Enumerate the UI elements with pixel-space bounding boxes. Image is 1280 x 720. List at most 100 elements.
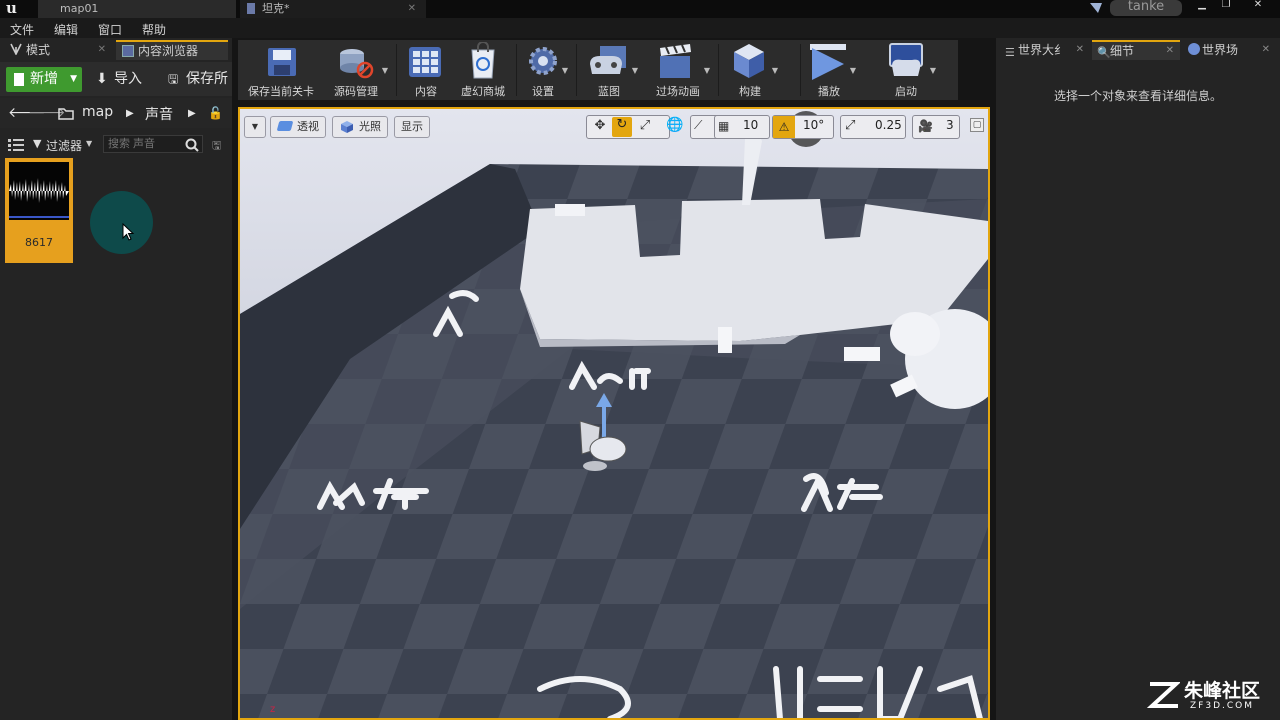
close-icon[interactable]: ✕	[1262, 40, 1270, 60]
launch-button[interactable]: 启动 ▼	[878, 40, 936, 100]
menu-bar: 文件 编辑 窗口 帮助	[0, 18, 1280, 38]
maximize-viewport-icon[interactable]: ▢	[970, 118, 984, 132]
add-new-button[interactable]: 新增 ▼	[6, 67, 82, 92]
chevron-right-icon[interactable]: ▶	[188, 108, 196, 119]
cinematics-label: 过场动画	[656, 85, 700, 98]
chevron-down-icon[interactable]: ▼	[382, 66, 388, 75]
tab-world-settings[interactable]: 世界场 ✕	[1184, 40, 1276, 60]
tab-world-outliner[interactable]: ☰ 世界大纟 ✕	[1000, 40, 1090, 60]
tab-world-settings-label: 世界场	[1202, 43, 1239, 57]
breadcrumb-sound[interactable]: 声音	[145, 104, 173, 124]
transform-tools: ✥ ↻ ⤢	[586, 115, 670, 139]
title-bar: u map01 坦克* ✕ tanke ▁ ❐ ✕	[0, 0, 1280, 18]
chevron-down-icon[interactable]: ▼	[562, 66, 568, 75]
toolbar-separator	[718, 44, 719, 96]
scale-snap-control[interactable]: ⤢ 0.25	[840, 115, 906, 139]
restore-button[interactable]: ❐	[1212, 0, 1240, 10]
scale-snap-value: 0.25	[875, 118, 902, 132]
content-browser-panel: 模式 ✕ 内容浏览器 新增 ▼ ⬇ 导入 🖫 保存所 🡐 🡒 map ▶ 声音 …	[0, 38, 232, 720]
menu-edit[interactable]: 编辑	[54, 21, 78, 38]
play-button[interactable]: 播放 ▼	[804, 40, 856, 100]
chevron-down-icon[interactable]: ▼	[850, 66, 856, 75]
breadcrumb-map[interactable]: map	[82, 104, 113, 120]
angle-snap-icon: ⚠	[773, 116, 795, 138]
toolbar-separator	[516, 44, 517, 96]
build-button[interactable]: 构建 ▼	[724, 40, 778, 100]
tab-world-outliner-label: 世界大纟	[1018, 43, 1067, 57]
import-button[interactable]: 导入	[114, 67, 142, 92]
content-browser-icon	[122, 45, 134, 57]
blueprints-label: 蓝图	[598, 85, 620, 98]
close-icon[interactable]: ✕	[1076, 40, 1084, 60]
search-icon[interactable]	[185, 138, 199, 152]
translate-icon[interactable]: ✥	[590, 118, 610, 136]
level-viewport[interactable]: z ▼ 透视 光照 显示 ✥ ↻ ⤢ 🌐 ⟋ ▦ 10 ⚠ 10° ⤢ 0.25…	[238, 107, 990, 720]
save-icon: 🖫	[168, 72, 179, 86]
watermark-logo-icon	[1146, 682, 1180, 708]
chevron-down-icon: ▼	[86, 139, 93, 148]
chevron-down-icon[interactable]: ▼	[930, 66, 936, 75]
tab-details[interactable]: 🔍 细节 ✕	[1092, 40, 1180, 60]
sound-wave-thumbnail	[9, 162, 69, 220]
bookmark-icon[interactable]	[1088, 1, 1104, 15]
close-icon[interactable]: ✕	[1166, 42, 1174, 60]
menu-file[interactable]: 文件	[10, 21, 34, 38]
scale-icon[interactable]: ⤢	[635, 118, 655, 136]
surface-snap-icon: ⟋	[694, 118, 703, 132]
chevron-down-icon[interactable]: ▼	[704, 66, 710, 75]
view-options-icon[interactable]	[8, 138, 24, 151]
play-label: 播放	[818, 85, 840, 98]
show-button[interactable]: 显示	[394, 116, 430, 138]
mouse-cursor-icon	[122, 223, 135, 241]
viewport-options-button[interactable]: ▼	[244, 116, 266, 138]
tab-map01[interactable]: map01	[38, 0, 236, 18]
content-button[interactable]: 内容	[402, 40, 450, 100]
chevron-right-icon[interactable]: ▶	[126, 108, 134, 119]
filter-icon: ▼	[33, 137, 42, 150]
content-label: 内容	[415, 85, 437, 98]
save-current-level-button[interactable]: 保存当前关卡	[242, 40, 320, 100]
lit-label: 光照	[359, 120, 381, 133]
gear-icon	[529, 47, 557, 75]
source-control-button[interactable]: 源码管理 ▼	[326, 40, 388, 100]
cinematics-button[interactable]: 过场动画 ▼	[648, 40, 710, 100]
world-local-icon[interactable]: 🌐	[664, 117, 686, 139]
build-icon	[734, 44, 764, 78]
chevron-down-icon: ▼	[70, 74, 77, 84]
lit-button[interactable]: 光照	[332, 116, 388, 138]
svg-text:z: z	[270, 704, 275, 715]
scene-render[interactable]: z	[240, 109, 988, 718]
rotation-snap-value: 10°	[803, 118, 825, 132]
tab-tank[interactable]: 坦克* ✕	[240, 0, 426, 18]
save-current-level-label: 保存当前关卡	[248, 85, 314, 98]
save-icon	[268, 48, 296, 76]
rotation-snap-control[interactable]: ⚠ 10°	[772, 115, 834, 139]
lock-icon[interactable]: 🔓	[208, 106, 223, 120]
marketplace-icon	[471, 42, 495, 79]
perspective-button[interactable]: 透视	[270, 116, 326, 138]
close-icon[interactable]: ✕	[98, 40, 106, 60]
menu-help[interactable]: 帮助	[142, 21, 166, 38]
marketplace-button[interactable]: 虚幻商城	[454, 40, 512, 100]
main-toolbar: 保存当前关卡 源码管理 ▼ 内容 虚幻商城 设置 ▼ 蓝图 ▼ 过场动画 ▼ 构…	[238, 40, 958, 100]
grid-snap-control[interactable]: ▦ 10	[714, 115, 770, 139]
camera-speed-control[interactable]: 🎥 3	[912, 115, 960, 139]
rotate-icon[interactable]: ↻	[612, 117, 632, 137]
blueprints-button[interactable]: 蓝图 ▼	[582, 40, 638, 100]
toolbar-separator	[800, 44, 801, 96]
save-search-icon[interactable]: 🖫	[212, 137, 221, 156]
tab-content-browser[interactable]: 内容浏览器	[116, 40, 228, 60]
unreal-logo-icon[interactable]: u	[6, 1, 22, 17]
menu-window[interactable]: 窗口	[98, 21, 122, 38]
close-icon[interactable]: ✕	[408, 0, 416, 17]
close-window-button[interactable]: ✕	[1244, 0, 1272, 10]
chevron-down-icon[interactable]: ▼	[772, 66, 778, 75]
filters-button[interactable]: 过滤器	[46, 137, 82, 154]
asset-tile-sound-wave[interactable]: 8617	[5, 158, 73, 263]
save-all-button[interactable]: 保存所	[186, 67, 228, 92]
chevron-down-icon[interactable]: ▼	[632, 66, 638, 75]
tab-modes[interactable]: 模式 ✕	[4, 40, 112, 60]
folder-icon	[58, 108, 74, 120]
asset-label: 8617	[25, 236, 53, 249]
settings-button[interactable]: 设置 ▼	[520, 40, 568, 100]
